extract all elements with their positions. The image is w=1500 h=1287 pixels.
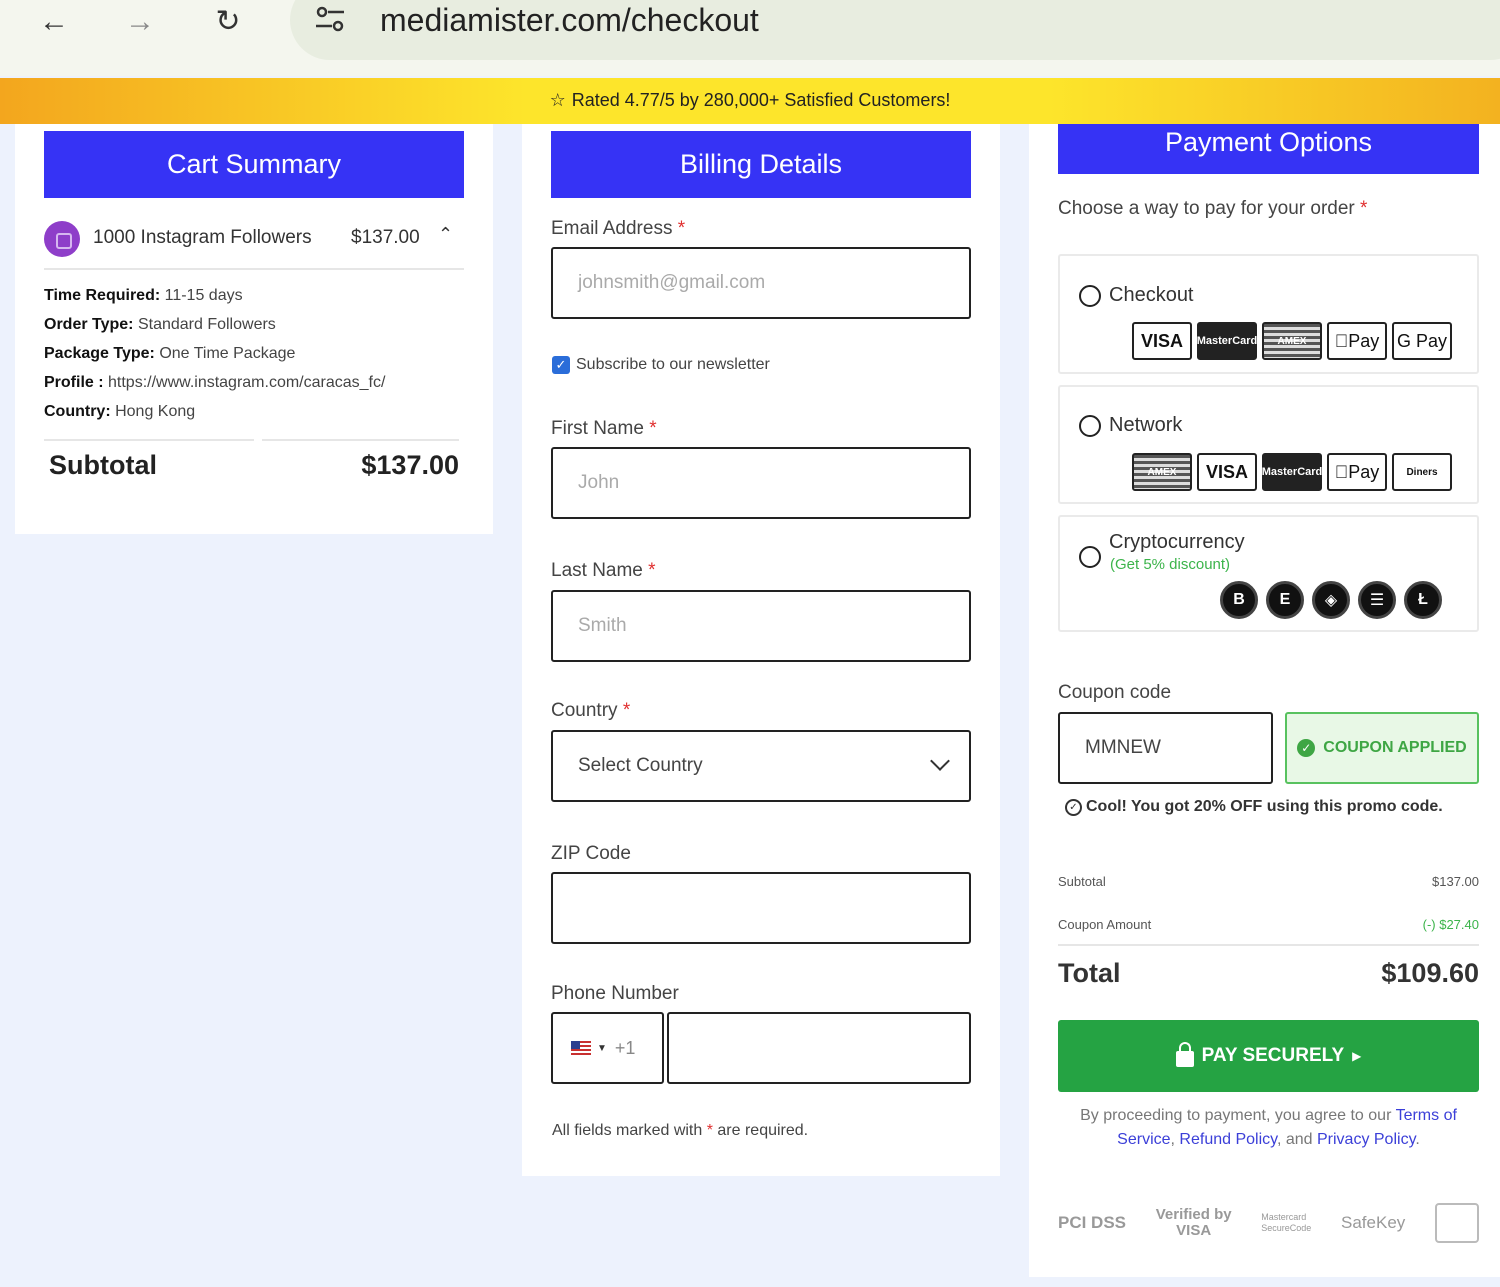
- payment-intro: Choose a way to pay for your order *: [1058, 198, 1368, 219]
- safekey-badge: SafeKey: [1341, 1213, 1406, 1232]
- forward-icon[interactable]: →: [120, 2, 160, 42]
- reload-icon[interactable]: ↻: [208, 2, 248, 42]
- security-seal-icon: [1434, 1203, 1479, 1243]
- payment-option-crypto[interactable]: Cryptocurrency (Get 5% discount) B E ◈ ☰…: [1058, 515, 1479, 632]
- cart-item[interactable]: 1000 Instagram Followers $137.00 ⌃: [44, 220, 464, 260]
- crypto-discount: (Get 5% discount): [1110, 556, 1231, 573]
- last-name-label: Last Name *: [551, 560, 656, 581]
- bitcoin-icon: B: [1220, 581, 1258, 619]
- visa-icon: VISA: [1197, 453, 1257, 491]
- billing-details-title: Billing Details: [551, 131, 971, 198]
- binance-icon: ◈: [1312, 581, 1350, 619]
- payment-options-panel: Payment Options Choose a way to pay for …: [1029, 124, 1500, 1277]
- cart-summary-title: Cart Summary: [44, 131, 464, 198]
- promo-note: ✓ Cool! You got 20% OFF using this promo…: [1065, 798, 1443, 816]
- total-value: $109.60: [1381, 958, 1479, 988]
- browser-toolbar: ← → ↻ mediamister.com/checkout: [0, 0, 1500, 76]
- back-icon[interactable]: ←: [34, 2, 74, 42]
- newsletter-row[interactable]: ✓ Subscribe to our newsletter: [552, 356, 770, 374]
- total-label: Total: [1058, 958, 1121, 988]
- coupon-input[interactable]: MMNEW: [1058, 712, 1273, 784]
- star-icon: ☆: [549, 90, 566, 110]
- check-circle-icon: ✓: [1297, 739, 1316, 757]
- diners-club-icon: Diners: [1392, 453, 1452, 491]
- instagram-icon: [44, 221, 80, 257]
- url-text[interactable]: mediamister.com/checkout: [380, 2, 759, 39]
- cart-item-price: $137.00: [351, 227, 420, 248]
- verified-by-visa-badge: Verified by VISA: [1155, 1206, 1232, 1239]
- phone-field[interactable]: [667, 1012, 971, 1084]
- zip-label: ZIP Code: [551, 843, 631, 864]
- detail-order-type: Order Type: Standard Followers: [44, 316, 276, 333]
- refund-policy-link[interactable]: Refund Policy: [1179, 1131, 1277, 1148]
- coupon-applied-button[interactable]: ✓ COUPON APPLIED: [1285, 712, 1479, 784]
- detail-time-required: Time Required: 11-15 days: [44, 287, 243, 304]
- terms-text: By proceeding to payment, you agree to o…: [1080, 1107, 1457, 1148]
- email-field[interactable]: johnsmith@gmail.com: [551, 247, 971, 319]
- option-label: Cryptocurrency: [1109, 531, 1245, 553]
- last-name-field[interactable]: Smith: [551, 590, 971, 662]
- option-label: Checkout: [1109, 284, 1194, 306]
- payment-option-checkout[interactable]: Checkout VISA MasterCard AMEX Pay G Pay: [1058, 254, 1479, 374]
- subtotal-divider: [262, 439, 459, 441]
- detail-country: Country: Hong Kong: [44, 403, 196, 420]
- subtotal-divider: [44, 439, 254, 441]
- country-select[interactable]: Select Country: [551, 730, 971, 802]
- apple-pay-icon: Pay: [1327, 453, 1387, 491]
- litecoin-icon: Ł: [1404, 581, 1442, 619]
- check-outline-icon: ✓: [1065, 798, 1082, 816]
- rating-banner: ☆ Rated 4.77/5 by 280,000+ Satisfied Cus…: [0, 78, 1500, 124]
- visa-icon: VISA: [1132, 322, 1192, 360]
- summary-coupon-row: Coupon Amount (-) $27.40: [1058, 917, 1479, 932]
- us-flag-icon: [571, 1041, 591, 1055]
- pci-dss-badge: PCI DSS: [1058, 1213, 1127, 1232]
- option-label: Network: [1109, 414, 1183, 436]
- lock-icon: [1175, 1042, 1194, 1067]
- coupon-label: Coupon code: [1058, 682, 1172, 703]
- phone-label: Phone Number: [551, 983, 679, 1004]
- subtotal-label: Subtotal: [49, 450, 157, 480]
- payment-option-network[interactable]: Network AMEX VISA MasterCard Pay Diners: [1058, 385, 1479, 504]
- amex-icon: AMEX: [1262, 322, 1322, 360]
- mastercard-icon: MasterCard: [1262, 453, 1322, 491]
- radio-network[interactable]: [1079, 415, 1101, 437]
- pay-securely-button[interactable]: PAY SECURELY ▶: [1058, 1020, 1479, 1092]
- country-code-select[interactable]: ▼ +1: [551, 1012, 664, 1084]
- privacy-policy-link[interactable]: Privacy Policy: [1317, 1131, 1415, 1148]
- payment-options-title: Payment Options: [1058, 124, 1479, 174]
- arrow-right-icon: ▶: [1352, 1049, 1362, 1063]
- ethereum-icon: E: [1266, 581, 1304, 619]
- country-label: Country *: [551, 700, 631, 721]
- billing-details-panel: Billing Details Email Address * johnsmit…: [522, 124, 1000, 1176]
- tether-icon: ☰: [1358, 581, 1396, 619]
- mastercard-icon: MasterCard: [1197, 322, 1257, 360]
- trust-badges: PCI DSS Verified by VISA Mastercard Secure…: [1058, 1198, 1479, 1248]
- caret-down-icon: ▼: [597, 1042, 607, 1054]
- cart-divider: [44, 268, 464, 270]
- newsletter-label: Subscribe to our newsletter: [576, 356, 770, 373]
- newsletter-checkbox[interactable]: ✓: [552, 356, 570, 374]
- subtotal-value: $137.00: [361, 450, 459, 480]
- detail-profile: Profile : https://www.instagram.com/cara…: [44, 374, 386, 391]
- totals-divider: [1058, 944, 1479, 946]
- amex-icon: AMEX: [1132, 453, 1192, 491]
- radio-checkout[interactable]: [1079, 285, 1101, 307]
- first-name-label: First Name *: [551, 418, 657, 439]
- apple-pay-icon: Pay: [1327, 322, 1387, 360]
- email-label: Email Address *: [551, 218, 686, 239]
- summary-subtotal-row: Subtotal $137.00: [1058, 874, 1479, 889]
- cart-summary-panel: Cart Summary 1000 Instagram Followers $1…: [15, 124, 493, 534]
- chevron-up-icon[interactable]: ⌃: [438, 224, 453, 245]
- google-pay-icon: G Pay: [1392, 322, 1452, 360]
- zip-field[interactable]: [551, 872, 971, 944]
- mastercard-securecode-badge: Mastercard SecureCode: [1261, 1212, 1312, 1233]
- first-name-field[interactable]: John: [551, 447, 971, 519]
- detail-package-type: Package Type: One Time Package: [44, 345, 296, 362]
- radio-crypto[interactable]: [1079, 546, 1101, 568]
- site-settings-icon[interactable]: [300, 0, 360, 40]
- cart-item-name: 1000 Instagram Followers: [93, 227, 312, 248]
- rating-text: Rated 4.77/5 by 280,000+ Satisfied Custo…: [571, 90, 951, 110]
- required-note: All fields marked with * are required.: [552, 1122, 809, 1139]
- chevron-down-icon: [930, 751, 950, 771]
